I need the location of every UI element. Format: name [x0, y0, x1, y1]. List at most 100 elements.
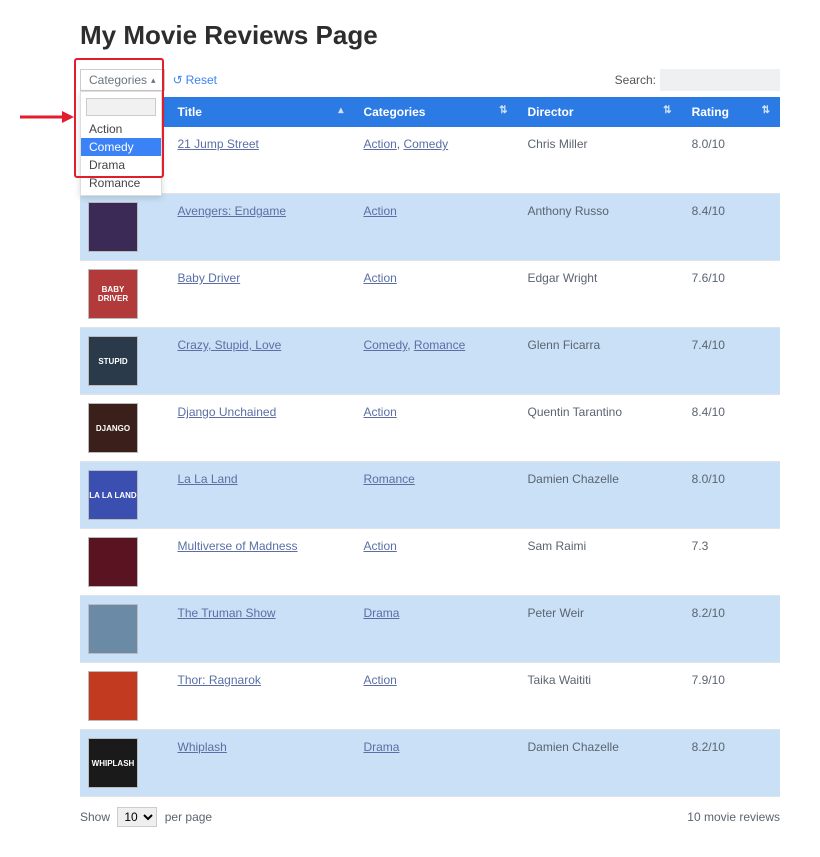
movie-thumbnail[interactable]	[88, 604, 138, 654]
movie-thumbnail[interactable]: LA LA LAND	[88, 470, 138, 520]
movie-title-link[interactable]: Avengers: Endgame	[178, 204, 287, 218]
reset-label: Reset	[186, 73, 217, 87]
col-rating-label: Rating	[692, 105, 729, 119]
categories-dropdown[interactable]: ActionComedyDramaRomance	[80, 91, 162, 196]
page-title: My Movie Reviews Page	[80, 20, 780, 51]
annotation-arrow	[18, 108, 74, 126]
movie-categories: Drama	[353, 596, 517, 663]
table-row: The Truman Show Drama Peter Weir8.2/10	[80, 596, 780, 663]
category-link[interactable]: Comedy	[363, 338, 407, 352]
reset-button[interactable]: ↺ Reset	[173, 73, 217, 87]
movie-title-link[interactable]: The Truman Show	[178, 606, 276, 620]
movie-thumbnail[interactable]	[88, 671, 138, 721]
movie-director: Damien Chazelle	[518, 730, 682, 797]
category-link[interactable]: Romance	[414, 338, 465, 352]
category-link[interactable]: Action	[363, 539, 396, 553]
movie-director: Edgar Wright	[518, 261, 682, 328]
reviews-table-body: 21 Jump StreetAction, ComedyChris Miller…	[80, 127, 780, 797]
category-link[interactable]: Action	[363, 204, 396, 218]
col-director[interactable]: Director ⇅	[518, 97, 682, 127]
categories-filter-button[interactable]: Categories ▴	[80, 69, 165, 91]
movie-rating: 8.0/10	[682, 462, 780, 529]
table-row: LA LA LAND La La Land Romance Damien Chazel…	[80, 462, 780, 529]
sort-icon: ⇅	[663, 105, 671, 116]
col-title[interactable]: Title ▴	[168, 97, 354, 127]
movie-thumbnail[interactable]	[88, 537, 138, 587]
movie-categories: Romance	[353, 462, 517, 529]
movie-categories: Action	[353, 261, 517, 328]
movie-thumbnail[interactable]: DJANGO	[88, 403, 138, 453]
page-size-control: Show 10 per page	[80, 807, 212, 827]
categories-dropdown-option[interactable]: Drama	[81, 156, 161, 174]
category-link[interactable]: Action	[363, 137, 396, 151]
movie-director: Damien Chazelle	[518, 462, 682, 529]
movie-thumbnail[interactable]: STUPID	[88, 336, 138, 386]
categories-filter-label: Categories	[89, 73, 147, 87]
page-size-select[interactable]: 10	[117, 807, 157, 827]
category-link[interactable]: Action	[363, 405, 396, 419]
movie-rating: 8.4/10	[682, 194, 780, 261]
movie-thumbnail[interactable]: BABY DRIVER	[88, 269, 138, 319]
movie-rating: 8.4/10	[682, 395, 780, 462]
category-link[interactable]: Drama	[363, 740, 399, 754]
movie-director: Quentin Tarantino	[518, 395, 682, 462]
movie-director: Anthony Russo	[518, 194, 682, 261]
movie-categories: Action	[353, 194, 517, 261]
show-label: Show	[80, 810, 110, 824]
table-row: BABY DRIVER Baby Driver Action Edgar Wright…	[80, 261, 780, 328]
movie-director: Glenn Ficarra	[518, 328, 682, 395]
movie-director: Taika Waititi	[518, 663, 682, 730]
movie-title-link[interactable]: Thor: Ragnarok	[178, 673, 261, 687]
movie-title-link[interactable]: Multiverse of Madness	[178, 539, 298, 553]
movie-categories: Action	[353, 395, 517, 462]
category-link[interactable]: Drama	[363, 606, 399, 620]
col-categories[interactable]: Categories ⇅	[353, 97, 517, 127]
reviews-table: Title ▴ Categories ⇅ Director ⇅ Rating ⇅…	[80, 97, 780, 797]
movie-rating: 7.4/10	[682, 328, 780, 395]
per-page-label: per page	[165, 810, 212, 824]
undo-icon: ↺	[173, 73, 183, 87]
movie-title-link[interactable]: Whiplash	[178, 740, 227, 754]
table-row: STUPIDCrazy, Stupid, LoveComedy, Romance…	[80, 328, 780, 395]
movie-thumbnail[interactable]: WHIPLASH	[88, 738, 138, 788]
movie-title-link[interactable]: 21 Jump Street	[178, 137, 259, 151]
table-row: WHIPLASHWhiplashDramaDamien Chazelle8.2/…	[80, 730, 780, 797]
category-link[interactable]: Comedy	[403, 137, 448, 151]
col-categories-label: Categories	[363, 105, 425, 119]
caret-up-icon: ▴	[151, 75, 156, 86]
col-rating[interactable]: Rating ⇅	[682, 97, 780, 127]
table-row: DJANGO Django Unchained Action Quentin Tara…	[80, 395, 780, 462]
movie-rating: 7.6/10	[682, 261, 780, 328]
movie-title-link[interactable]: Baby Driver	[178, 271, 241, 285]
sort-icon: ⇅	[499, 105, 507, 116]
sort-icon: ⇅	[762, 105, 770, 116]
categories-dropdown-filter-input[interactable]	[86, 98, 156, 116]
movie-director: Sam Raimi	[518, 529, 682, 596]
movie-director: Peter Weir	[518, 596, 682, 663]
movie-categories: Action	[353, 529, 517, 596]
movie-title-link[interactable]: Crazy, Stupid, Love	[178, 338, 282, 352]
category-link[interactable]: Action	[363, 673, 396, 687]
categories-dropdown-option[interactable]: Action	[81, 120, 161, 138]
categories-dropdown-option[interactable]: Comedy	[81, 138, 161, 156]
movie-rating: 8.0/10	[682, 127, 780, 194]
category-link[interactable]: Romance	[363, 472, 414, 486]
table-row: Thor: Ragnarok Action Taika Waititi7.9/10	[80, 663, 780, 730]
categories-dropdown-option[interactable]: Romance	[81, 174, 161, 192]
search-input[interactable]	[660, 69, 780, 91]
category-link[interactable]: Action	[363, 271, 396, 285]
col-director-label: Director	[528, 105, 574, 119]
table-row: 21 Jump StreetAction, ComedyChris Miller…	[80, 127, 780, 194]
col-title-label: Title	[178, 105, 202, 119]
movie-rating: 7.9/10	[682, 663, 780, 730]
movie-title-link[interactable]: Django Unchained	[178, 405, 277, 419]
movie-rating: 8.2/10	[682, 596, 780, 663]
movie-title-link[interactable]: La La Land	[178, 472, 238, 486]
search-label: Search:	[615, 73, 656, 87]
results-summary: 10 movie reviews	[687, 810, 780, 824]
movie-rating: 7.3	[682, 529, 780, 596]
table-row: Avengers: Endgame Action Anthony Russo8.4/…	[80, 194, 780, 261]
movie-thumbnail[interactable]	[88, 202, 138, 252]
movie-director: Chris Miller	[518, 127, 682, 194]
movie-categories: Action	[353, 663, 517, 730]
